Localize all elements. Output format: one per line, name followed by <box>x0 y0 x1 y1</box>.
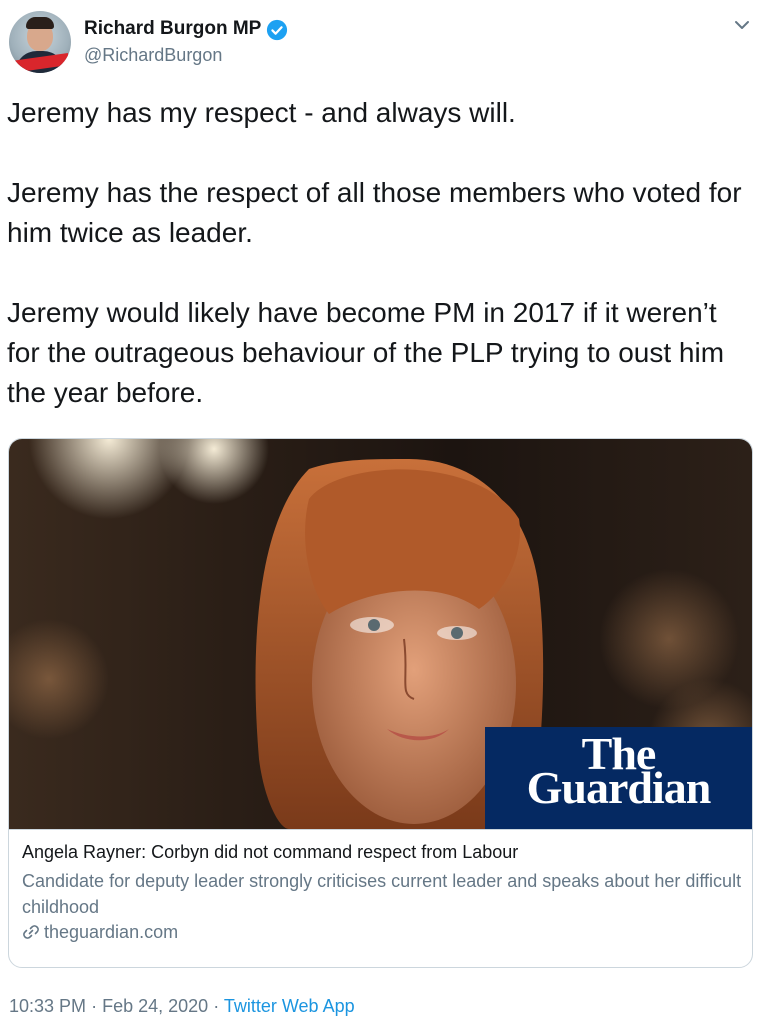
verified-badge-icon <box>266 19 288 41</box>
card-body[interactable]: Angela Rayner: Corbyn did not command re… <box>9 829 752 967</box>
guardian-logo: The Guardian <box>485 727 752 829</box>
display-name[interactable]: Richard Burgon MP <box>84 18 261 40</box>
meta-separator: · <box>91 996 98 1016</box>
tweet-paragraph: Jeremy has my respect - and always will. <box>7 97 516 128</box>
link-icon <box>23 925 39 939</box>
tweet-source-link[interactable]: Twitter Web App <box>224 996 355 1016</box>
card-title[interactable]: Angela Rayner: Corbyn did not command re… <box>22 842 518 863</box>
tweet-paragraph: Jeremy has the respect of all those memb… <box>7 177 742 248</box>
logo-line-2: Guardian <box>526 762 712 813</box>
tweet-header: Richard Burgon MP @RichardBurgon <box>0 0 761 80</box>
avatar[interactable] <box>9 11 71 73</box>
card-domain-text: theguardian.com <box>44 922 179 942</box>
card-description: Candidate for deputy leader strongly cri… <box>22 871 742 917</box>
link-card[interactable]: The Guardian Angela Rayner: Corbyn did n… <box>8 438 753 968</box>
tweet-meta: 10:33 PM · Feb 24, 2020 · Twitter Web Ap… <box>9 996 355 1017</box>
avatar-hair <box>26 17 54 29</box>
card-domain[interactable]: theguardian.com <box>22 922 178 943</box>
tweet-text: Jeremy has my respect - and always will.… <box>7 93 757 453</box>
chevron-down-icon[interactable] <box>733 16 751 34</box>
tweet-time[interactable]: 10:33 PM <box>9 996 86 1016</box>
card-image[interactable]: The Guardian <box>9 439 752 829</box>
tweet-paragraph: Jeremy would likely have become PM in 20… <box>7 297 725 408</box>
user-handle[interactable]: @RichardBurgon <box>84 45 222 66</box>
meta-separator: · <box>213 996 220 1016</box>
tweet-date[interactable]: Feb 24, 2020 <box>102 996 208 1016</box>
